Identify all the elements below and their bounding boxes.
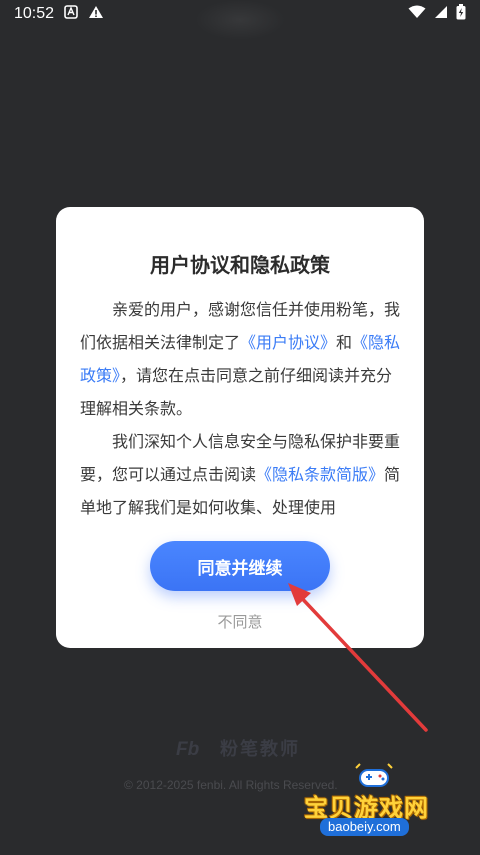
status-bar: 10:52 — [0, 0, 480, 28]
agree-and-continue-button[interactable]: 同意并继续 — [150, 541, 330, 591]
disagree-button[interactable]: 不同意 — [56, 611, 424, 632]
p1-text-2: 和 — [336, 333, 353, 352]
svg-text:Fb: Fb — [176, 739, 200, 758]
fenbi-logo-icon: Fb — [176, 739, 200, 758]
watermark-url: baobeiy.com — [320, 818, 409, 836]
site-watermark: 宝贝游戏网 baobeiy.com — [300, 762, 460, 842]
brand-footer: Fb 粉笔教师 — [176, 735, 300, 761]
privacy-summary-link[interactable]: 《隐私条款简版》 — [256, 465, 384, 484]
wifi-icon — [408, 5, 426, 23]
dialog-body: 亲爱的用户，感谢您信任并使用粉笔，我们依据相关法律制定了《用户协议》和《隐私政策… — [80, 293, 408, 524]
agreement-paragraph-1: 亲爱的用户，感谢您信任并使用粉笔，我们依据相关法律制定了《用户协议》和《隐私政策… — [80, 293, 408, 425]
status-time: 10:52 — [14, 5, 55, 22]
app-notification-icon — [64, 5, 78, 23]
warning-icon — [88, 5, 104, 23]
battery-charging-icon — [456, 4, 466, 24]
brand-name: 粉笔教师 — [220, 739, 300, 760]
dialog-title: 用户协议和隐私政策 — [150, 253, 330, 277]
user-agreement-link[interactable]: 《用户协议》 — [240, 333, 336, 352]
p1-text-3: ，请您在点击同意之前仔细阅读并充分理解相关条款。 — [80, 366, 393, 418]
cellular-signal-icon — [434, 5, 448, 23]
privacy-agreement-dialog: 用户协议和隐私政策 亲爱的用户，感谢您信任并使用粉笔，我们依据相关法律制定了《用… — [56, 207, 424, 648]
agreement-paragraph-2: 我们深知个人信息安全与隐私保护非要重要，您可以通过点击阅读《隐私条款简版》简单地… — [80, 425, 408, 524]
